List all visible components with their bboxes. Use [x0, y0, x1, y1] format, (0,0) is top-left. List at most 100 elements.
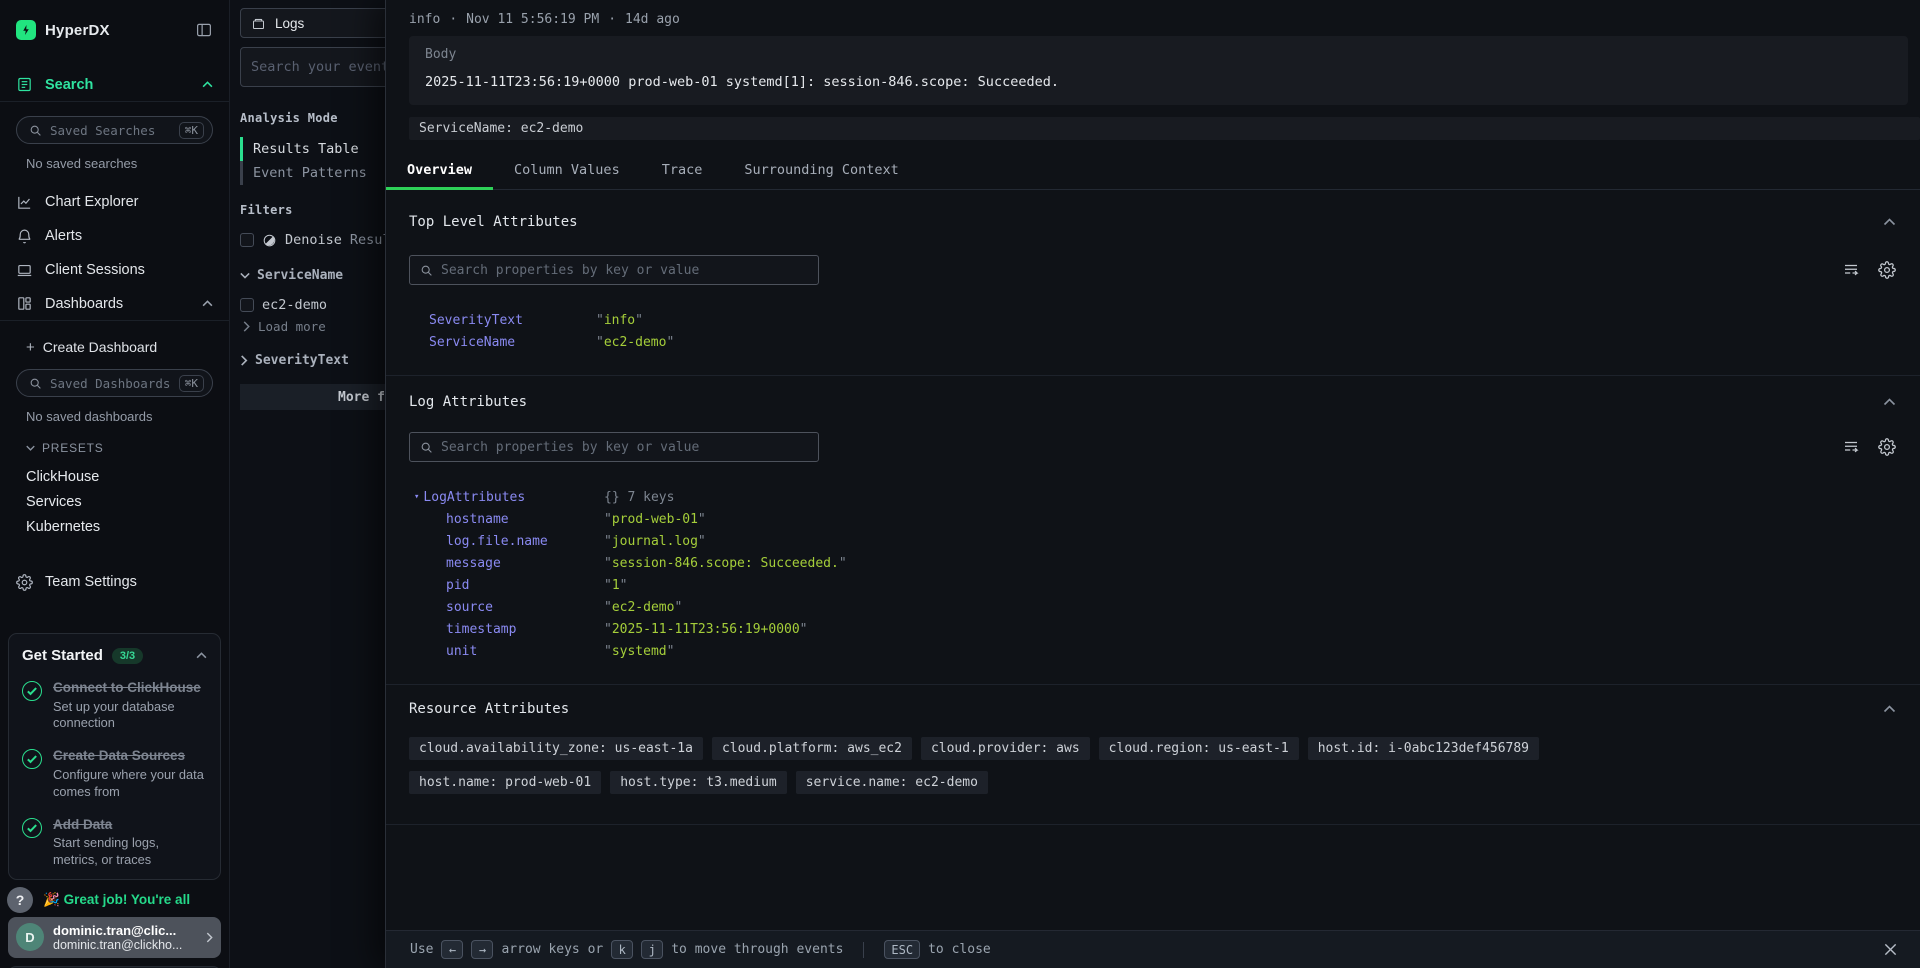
saved-dashboards-input[interactable]: ⌘K: [16, 369, 213, 397]
gear-icon[interactable]: [1878, 438, 1896, 456]
attribute-key[interactable]: pid: [409, 578, 604, 593]
attribute-row: source ec2-demo: [409, 596, 1896, 618]
get-started-step[interactable]: Add Data Start sending logs, metrics, or…: [22, 816, 207, 869]
checkbox[interactable]: [240, 233, 254, 247]
source-selector-button[interactable]: Logs: [240, 8, 390, 38]
attribute-key[interactable]: LogAttributes: [423, 490, 525, 505]
section-title: Resource Attributes: [409, 701, 569, 717]
attribute-key[interactable]: ServiceName: [409, 335, 596, 350]
resource-chip[interactable]: host.name: prod-web-01: [409, 771, 601, 794]
get-started-progress-badge: 3/3: [112, 648, 143, 664]
tab-trace[interactable]: Trace: [641, 154, 724, 190]
attribute-row: log.file.name journal.log: [409, 530, 1896, 552]
tab-surrounding-context[interactable]: Surrounding Context: [723, 154, 919, 190]
chevron-up-icon[interactable]: [202, 81, 213, 88]
body-label: Body: [425, 47, 1892, 62]
property-search-box[interactable]: [409, 255, 819, 285]
filter-group-label: ServiceName: [257, 268, 343, 283]
sidebar-item-search[interactable]: Search: [0, 68, 229, 102]
resource-chip[interactable]: service.name: ec2-demo: [796, 771, 988, 794]
property-search-box[interactable]: [409, 432, 819, 462]
attribute-key[interactable]: timestamp: [409, 622, 604, 637]
attribute-key[interactable]: message: [409, 556, 604, 571]
section-log-attributes: Log Attributes ▾LogAttributes {} 7 keys: [386, 376, 1920, 685]
sidebar-item-dashboards[interactable]: Dashboards: [0, 287, 229, 321]
event-header: info · Nov 11 5:56:19 PM · 14d ago: [386, 0, 1920, 27]
footer-divider: [863, 942, 864, 958]
filter-value-label: ec2-demo: [262, 297, 327, 313]
step-desc: Start sending logs, metrics, or traces: [53, 835, 207, 869]
presets-toggle[interactable]: PRESETS: [26, 438, 229, 458]
saved-searches-field[interactable]: [50, 123, 171, 138]
avatar: D: [16, 923, 44, 951]
attribute-key[interactable]: source: [409, 600, 604, 615]
checkbox[interactable]: [240, 298, 254, 312]
sidebar-item-team-settings[interactable]: Team Settings: [0, 565, 229, 599]
preset-services[interactable]: Services: [0, 489, 229, 514]
property-search-input[interactable]: [441, 263, 808, 278]
wrap-lines-icon[interactable]: [1842, 438, 1860, 456]
get-started-step[interactable]: Create Data Sources Configure where your…: [22, 747, 207, 800]
preset-kubernetes[interactable]: Kubernetes: [0, 514, 229, 539]
sidebar-item-alerts[interactable]: Alerts: [0, 219, 229, 253]
search-icon: [420, 264, 433, 277]
section-resource-attributes: Resource Attributes cloud.availability_z…: [386, 685, 1920, 825]
resource-chip[interactable]: cloud.platform: aws_ec2: [712, 737, 912, 760]
expander-triangle-icon[interactable]: ▾: [414, 492, 419, 502]
resource-chip[interactable]: cloud.provider: aws: [921, 737, 1090, 760]
saved-dashboards-field[interactable]: [50, 376, 171, 391]
tab-overview[interactable]: Overview: [386, 154, 493, 190]
attribute-key[interactable]: SeverityText: [409, 313, 596, 328]
no-saved-dashboards-text: No saved dashboards: [26, 409, 229, 424]
close-drawer-icon[interactable]: [1883, 942, 1898, 957]
attribute-value[interactable]: 1: [604, 578, 627, 593]
attribute-value[interactable]: ec2-demo: [604, 600, 682, 615]
app-title: HyperDX: [45, 22, 110, 39]
attribute-value[interactable]: info: [596, 313, 643, 328]
sidebar-item-client-sessions[interactable]: Client Sessions: [0, 253, 229, 287]
user-name: dominic.tran@clic...: [53, 923, 197, 938]
sidebar-item-label: Client Sessions: [45, 262, 145, 278]
attribute-tree-root[interactable]: ▾LogAttributes {} 7 keys: [409, 486, 1896, 508]
chevron-right-icon: [242, 321, 251, 332]
service-name-chip[interactable]: ServiceName: ec2-demo: [409, 117, 1920, 140]
resource-chip[interactable]: cloud.region: us-east-1: [1099, 737, 1299, 760]
collapse-section-icon[interactable]: [1883, 218, 1896, 226]
preset-clickhouse[interactable]: ClickHouse: [0, 464, 229, 489]
attribute-value[interactable]: systemd: [604, 644, 674, 659]
collapse-section-icon[interactable]: [1883, 398, 1896, 406]
congrats-text: Great job! You're all: [64, 892, 191, 907]
party-popper-icon: 🎉: [43, 892, 60, 907]
search-icon: [420, 441, 433, 454]
chevron-down-icon: [240, 272, 250, 279]
resource-chip[interactable]: cloud.availability_zone: us-east-1a: [409, 737, 703, 760]
resource-chip[interactable]: host.id: i-0abc123def456789: [1308, 737, 1539, 760]
user-account-button[interactable]: D dominic.tran@clic... dominic.tran@clic…: [8, 917, 221, 958]
help-button[interactable]: ?: [7, 887, 33, 913]
property-search-input[interactable]: [441, 440, 808, 455]
footer-or-text: arrow keys or: [501, 942, 603, 957]
collapse-sidebar-icon[interactable]: [195, 21, 213, 39]
get-started-step[interactable]: Connect to ClickHouse Set up your databa…: [22, 679, 207, 732]
collapse-section-icon[interactable]: [1883, 705, 1896, 713]
saved-searches-input[interactable]: ⌘K: [16, 116, 213, 144]
gear-icon[interactable]: [1878, 261, 1896, 279]
sidebar-item-chart-explorer[interactable]: Chart Explorer: [0, 185, 229, 219]
chevron-up-icon[interactable]: [196, 652, 207, 659]
create-dashboard-button[interactable]: + Create Dashboard: [0, 331, 229, 363]
wrap-lines-icon[interactable]: [1842, 261, 1860, 279]
attribute-key[interactable]: hostname: [409, 512, 604, 527]
resource-chip[interactable]: host.type: t3.medium: [610, 771, 787, 794]
tab-column-values[interactable]: Column Values: [493, 154, 641, 190]
chevron-up-icon[interactable]: [202, 300, 213, 307]
attribute-value[interactable]: journal.log: [604, 534, 706, 549]
attribute-key[interactable]: unit: [409, 644, 604, 659]
denoise-label: Denoise: [285, 232, 342, 248]
attribute-value[interactable]: prod-web-01: [604, 512, 706, 527]
attribute-value[interactable]: ec2-demo: [596, 335, 674, 350]
attribute-key[interactable]: log.file.name: [409, 534, 604, 549]
section-title: Log Attributes: [409, 394, 527, 410]
event-timestamp: Nov 11 5:56:19 PM: [466, 12, 599, 27]
attribute-value[interactable]: session-846.scope: Succeeded.: [604, 556, 847, 571]
attribute-value[interactable]: 2025-11-11T23:56:19+0000: [604, 622, 808, 637]
